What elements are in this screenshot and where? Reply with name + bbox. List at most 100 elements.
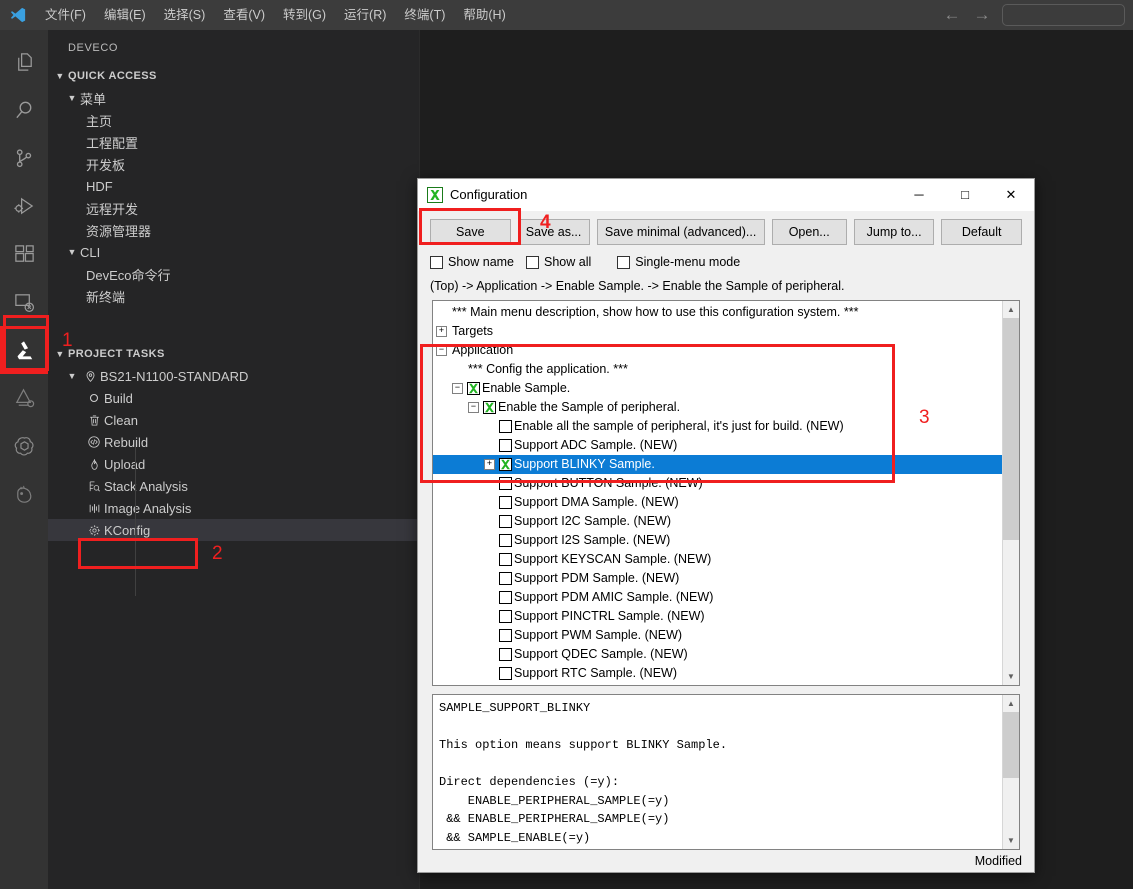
menu-run[interactable]: 运行(R) xyxy=(335,4,395,26)
arrow-right-icon[interactable]: → xyxy=(972,6,992,24)
config-tree-row[interactable]: Support RTC Sample. (NEW) xyxy=(433,664,1002,683)
command-center-input[interactable] xyxy=(1002,4,1125,26)
sidebar-item-home[interactable]: 主页 xyxy=(48,109,419,131)
save-minimal-button[interactable]: Save minimal (advanced)... xyxy=(596,219,765,245)
sidebar-item-hdf[interactable]: HDF xyxy=(48,175,419,197)
menu-terminal[interactable]: 终端(T) xyxy=(395,4,454,26)
bird-assistant-icon[interactable] xyxy=(0,470,48,518)
single-menu-mode-checkbox[interactable]: Single-menu mode xyxy=(617,255,740,269)
config-tree-row[interactable]: Support I2S Sample. (NEW) xyxy=(433,531,1002,550)
checkbox-unchecked-icon[interactable] xyxy=(499,648,512,661)
sidebar-group-menu[interactable]: ▼ 菜单 xyxy=(48,87,419,109)
show-name-checkbox[interactable]: Show name xyxy=(430,255,514,269)
help-panel-scrollbar[interactable]: ▲ ▼ xyxy=(1002,695,1019,849)
config-tree-row[interactable]: Support DMA Sample. (NEW) xyxy=(433,493,1002,512)
config-tree-row[interactable]: + Targets xyxy=(433,322,1002,341)
expand-plus-icon[interactable]: + xyxy=(436,326,447,337)
config-tree-row[interactable]: Support QDEC Sample. (NEW) xyxy=(433,645,1002,664)
search-icon[interactable] xyxy=(0,86,48,134)
config-tree-row[interactable]: − Enable the Sample of peripheral. xyxy=(433,398,1002,417)
menu-go[interactable]: 转到(G) xyxy=(274,4,335,26)
checkbox-unchecked-icon[interactable] xyxy=(499,496,512,509)
checkbox-checked-icon[interactable] xyxy=(467,382,480,395)
checkbox-checked-icon[interactable] xyxy=(483,401,496,414)
config-tree-row[interactable]: Enable all the sample of peripheral, it'… xyxy=(433,417,1002,436)
menu-help[interactable]: 帮助(H) xyxy=(454,4,514,26)
explorer-files-icon[interactable] xyxy=(0,38,48,86)
checkbox-unchecked-icon[interactable] xyxy=(499,572,512,585)
open-button[interactable]: Open... xyxy=(771,219,847,245)
deveco-secondary-icon[interactable] xyxy=(0,374,48,422)
sidebar-task-kconfig[interactable]: KConfig xyxy=(48,519,419,541)
sidebar-item-new-terminal[interactable]: 新终端 xyxy=(48,285,419,307)
sidebar-task-upload[interactable]: Upload xyxy=(48,453,419,475)
source-control-branch-icon[interactable] xyxy=(0,134,48,182)
config-tree-row[interactable]: Support PDM AMIC Sample. (NEW) xyxy=(433,588,1002,607)
remote-explorer-icon[interactable] xyxy=(0,278,48,326)
menu-edit[interactable]: 编辑(E) xyxy=(95,4,155,26)
sidebar-task-rebuild[interactable]: Rebuild xyxy=(48,431,419,453)
jump-to-button[interactable]: Jump to... xyxy=(853,219,935,245)
checkbox-unchecked-icon[interactable] xyxy=(499,477,512,490)
config-tree-row[interactable]: Support BUTTON Sample. (NEW) xyxy=(433,474,1002,493)
sidebar-task-image-analysis[interactable]: Image Analysis xyxy=(48,497,419,519)
scrollbar-track[interactable] xyxy=(1003,318,1019,668)
sidebar-task-clean[interactable]: Clean xyxy=(48,409,419,431)
config-tree-row[interactable]: Support PWM Sample. (NEW) xyxy=(433,626,1002,645)
maximize-button[interactable]: □ xyxy=(942,179,988,211)
checkbox-unchecked-icon[interactable] xyxy=(499,515,512,528)
checkbox-unchecked-icon[interactable] xyxy=(499,629,512,642)
close-button[interactable]: ✕ xyxy=(988,179,1034,211)
checkbox-unchecked-icon[interactable] xyxy=(499,420,512,433)
openai-chat-icon[interactable] xyxy=(0,422,48,470)
chevron-down-icon[interactable]: ▼ xyxy=(1003,668,1019,685)
config-tree-row[interactable]: Support I2C Sample. (NEW) xyxy=(433,512,1002,531)
sidebar-item-remote-dev[interactable]: 远程开发 xyxy=(48,197,419,219)
sidebar-target-bs21[interactable]: ▼ BS21-N1100-STANDARD xyxy=(48,365,419,387)
save-as-button[interactable]: Save as... xyxy=(517,219,590,245)
sidebar-group-cli[interactable]: ▼ CLI xyxy=(48,241,419,263)
run-and-debug-icon[interactable] xyxy=(0,182,48,230)
config-tree-row[interactable]: *** Config the application. *** xyxy=(433,360,1002,379)
scrollbar-thumb[interactable] xyxy=(1003,712,1019,778)
checkbox-unchecked-icon[interactable] xyxy=(499,610,512,623)
config-tree-row[interactable]: − Enable Sample. xyxy=(433,379,1002,398)
config-tree-row[interactable]: Support KEYSCAN Sample. (NEW) xyxy=(433,550,1002,569)
menu-view[interactable]: 查看(V) xyxy=(214,4,274,26)
minimize-button[interactable]: ─ xyxy=(896,179,942,211)
menu-file[interactable]: 文件(F) xyxy=(36,4,95,26)
arrow-left-icon[interactable]: ← xyxy=(942,6,962,24)
config-tree-row[interactable]: Support PDM Sample. (NEW) xyxy=(433,569,1002,588)
config-tree[interactable]: *** Main menu description, show how to u… xyxy=(433,301,1002,685)
checkbox-unchecked-icon[interactable] xyxy=(499,553,512,566)
config-tree-scrollbar[interactable]: ▲ ▼ xyxy=(1002,301,1019,685)
expand-plus-icon[interactable]: + xyxy=(484,459,495,470)
sidebar-item-project-config[interactable]: 工程配置 xyxy=(48,131,419,153)
chevron-down-icon[interactable]: ▼ xyxy=(1003,832,1019,849)
collapse-minus-icon[interactable]: − xyxy=(436,345,447,356)
sidebar-task-build[interactable]: Build xyxy=(48,387,419,409)
checkbox-checked-icon[interactable] xyxy=(499,458,512,471)
show-all-checkbox[interactable]: Show all xyxy=(526,255,591,269)
default-button[interactable]: Default xyxy=(941,219,1022,245)
collapse-minus-icon[interactable]: − xyxy=(452,383,463,394)
sidebar-item-resource-manager[interactable]: 资源管理器 xyxy=(48,219,419,241)
config-tree-row[interactable]: − Application xyxy=(433,341,1002,360)
sidebar-item-deveco-cli[interactable]: DevEco命令行 xyxy=(48,263,419,285)
save-button[interactable]: Save xyxy=(430,219,511,245)
deveco-device-tool-icon[interactable] xyxy=(0,326,48,374)
menu-selection[interactable]: 选择(S) xyxy=(155,4,215,26)
config-tree-row[interactable]: Support ADC Sample. (NEW) xyxy=(433,436,1002,455)
chevron-up-icon[interactable]: ▲ xyxy=(1003,695,1019,712)
checkbox-unchecked-icon[interactable] xyxy=(499,439,512,452)
config-tree-row[interactable]: *** Main menu description, show how to u… xyxy=(433,303,1002,322)
collapse-minus-icon[interactable]: − xyxy=(468,402,479,413)
config-tree-row[interactable]: Support PINCTRL Sample. (NEW) xyxy=(433,607,1002,626)
sidebar-task-stack-analysis[interactable]: Stack Analysis xyxy=(48,475,419,497)
scrollbar-track[interactable] xyxy=(1003,712,1019,832)
checkbox-unchecked-icon[interactable] xyxy=(499,591,512,604)
checkbox-unchecked-icon[interactable] xyxy=(499,534,512,547)
sidebar-section-quick-access[interactable]: ▼ QUICK ACCESS xyxy=(48,65,419,87)
sidebar-item-dev-board[interactable]: 开发板 xyxy=(48,153,419,175)
checkbox-unchecked-icon[interactable] xyxy=(499,667,512,680)
